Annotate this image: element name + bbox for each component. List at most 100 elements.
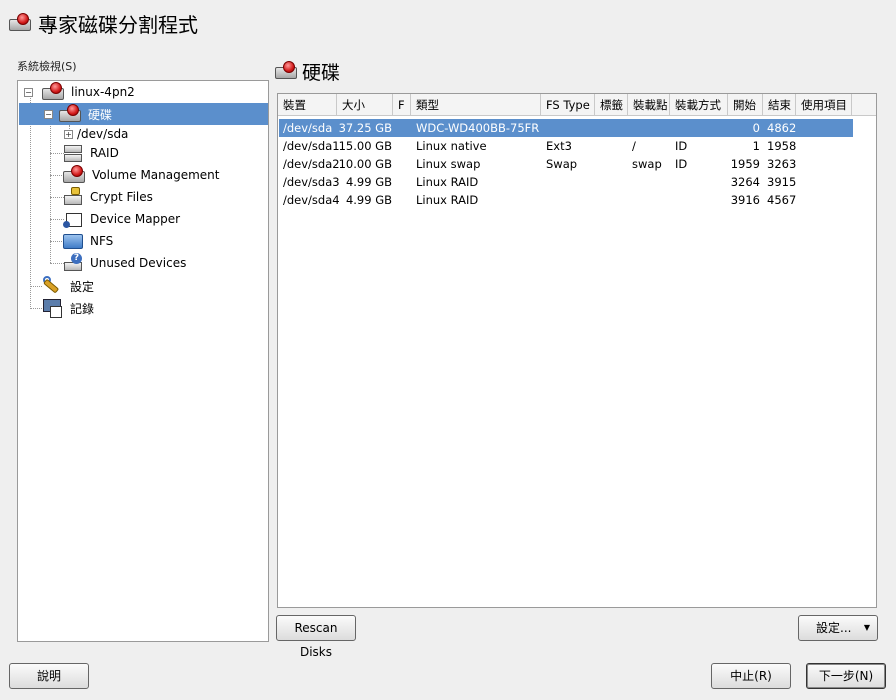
computer-disk-icon xyxy=(41,82,65,102)
tree-item-volume-management[interactable]: Volume Management xyxy=(62,164,220,186)
unused-devices-icon: ? xyxy=(62,253,84,273)
table-row[interactable]: /dev/sda4 4.99 GB Linux RAID 3916 4567 xyxy=(279,191,853,209)
cell-type: Linux native xyxy=(416,139,487,153)
rescan-disks-button[interactable]: Rescan Disks xyxy=(276,615,356,659)
system-view-label: 系統檢視(S) xyxy=(17,60,77,73)
table-row[interactable]: /dev/sda3 4.99 GB Linux RAID 3264 3915 xyxy=(279,173,853,191)
column-header-end[interactable]: 結束 xyxy=(763,94,796,116)
cell-label xyxy=(600,137,630,155)
cell-device: /dev/sda4 xyxy=(283,193,340,207)
log-icon xyxy=(42,298,64,318)
cell-used-by xyxy=(800,119,852,137)
tree-item-label: Unused Devices xyxy=(90,256,187,270)
column-header-device[interactable]: 裝置 xyxy=(278,94,337,116)
tree-item-host[interactable]: − linux-4pn2 xyxy=(24,81,135,103)
column-header-fs-type[interactable]: FS Type xyxy=(541,94,595,116)
cell-mount: / xyxy=(632,139,636,153)
cell-size: 10.00 GB xyxy=(338,157,392,171)
tree-item-hard-disks[interactable]: − 硬碟 xyxy=(19,103,268,125)
tree-item-label: 硬碟 xyxy=(88,107,113,122)
cell-start: 1959 xyxy=(730,157,760,171)
raid-icon xyxy=(62,143,84,163)
tree-item-label: /dev/sda xyxy=(77,127,129,141)
column-header-f[interactable]: F xyxy=(393,94,411,116)
cell-used-by xyxy=(800,137,852,155)
cell-type: Linux RAID xyxy=(416,193,479,207)
abort-button[interactable]: 中止(R) xyxy=(711,663,791,689)
tree-item-label: 設定 xyxy=(70,279,95,294)
system-view-tree[interactable]: − linux-4pn2 − 硬碟 + /dev/sda RAID Volume… xyxy=(17,80,269,642)
cell-mount xyxy=(632,191,672,209)
cell-mount-by: ID xyxy=(675,139,688,153)
help-button[interactable]: 說明 xyxy=(9,663,89,689)
cell-device: /dev/sda2 xyxy=(283,157,340,171)
cell-mount-by xyxy=(675,119,727,137)
next-button[interactable]: 下一步(N) xyxy=(806,663,886,689)
dropdown-arrow-icon: ▼ xyxy=(863,623,870,632)
tree-item-nfs[interactable]: NFS xyxy=(62,230,113,252)
cell-size: 15.00 GB xyxy=(338,139,392,153)
cell-mount-by xyxy=(675,173,727,191)
cell-f xyxy=(397,137,411,155)
tree-item-label: Device Mapper xyxy=(90,212,181,226)
cell-fs-type xyxy=(546,173,596,191)
cell-start: 3264 xyxy=(730,175,760,189)
cell-start: 0 xyxy=(752,121,760,135)
settings-menu-button[interactable]: 設定... ▼ xyxy=(798,615,878,641)
column-header-type[interactable]: 類型 xyxy=(411,94,541,116)
cell-size: 37.25 GB xyxy=(338,121,392,135)
table-row[interactable]: /dev/sda 37.25 GB WDC-WD400BB-75FR 0 4862 xyxy=(279,119,853,137)
tree-item-unused-devices[interactable]: ? Unused Devices xyxy=(62,252,186,274)
cell-end: 4862 xyxy=(767,121,797,135)
cell-f xyxy=(397,119,411,137)
hard-disk-icon xyxy=(58,104,82,124)
cell-mount-by: ID xyxy=(675,157,688,171)
table-row[interactable]: /dev/sda2 10.00 GB Linux swap Swap swap ID 195… xyxy=(279,155,853,173)
cell-fs-type xyxy=(546,119,596,137)
hard-disk-icon xyxy=(274,61,298,81)
cell-device: /dev/sda xyxy=(283,121,333,135)
cell-label xyxy=(600,191,630,209)
column-header-mount-point[interactable]: 裝載點 xyxy=(628,94,670,116)
cell-type: WDC-WD400BB-75FR xyxy=(416,121,540,135)
column-header-start[interactable]: 開始 xyxy=(728,94,763,116)
tree-item-label: Crypt Files xyxy=(90,190,153,204)
cell-device: /dev/sda1 xyxy=(283,139,340,153)
cell-mount-by xyxy=(675,191,727,209)
column-header-mount-by[interactable]: 裝載方式 xyxy=(670,94,728,116)
volume-management-icon xyxy=(62,165,86,185)
tree-item-log[interactable]: 記錄 xyxy=(42,297,94,319)
crypt-files-icon xyxy=(62,187,84,207)
cell-mount: swap xyxy=(632,157,662,171)
device-mapper-icon xyxy=(62,209,84,229)
cell-end: 3915 xyxy=(767,175,797,189)
pane-header: 硬碟 xyxy=(274,58,340,84)
tree-item-raid[interactable]: RAID xyxy=(62,142,119,164)
tree-item-crypt-files[interactable]: Crypt Files xyxy=(62,186,153,208)
settings-button-label: 設定... xyxy=(816,621,852,635)
column-header-label[interactable]: 標籤 xyxy=(595,94,628,116)
cell-used-by xyxy=(800,155,852,173)
page-title: 硬碟 xyxy=(302,61,341,84)
table-row[interactable]: /dev/sda1 15.00 GB Linux native Ext3 / ID 1 195… xyxy=(279,137,853,155)
tree-item-label: 記錄 xyxy=(70,301,95,316)
collapse-icon[interactable]: − xyxy=(24,87,33,97)
hard-disk-icon xyxy=(8,13,32,33)
tree-item-device-mapper[interactable]: Device Mapper xyxy=(62,208,180,230)
expand-icon[interactable]: + xyxy=(64,129,73,139)
cell-used-by xyxy=(800,173,852,191)
tree-item-settings[interactable]: 設定 xyxy=(42,275,94,297)
cell-end: 4567 xyxy=(767,193,797,207)
partition-table[interactable]: 裝置 大小 F 類型 FS Type 標籤 裝載點 裝載方式 開始 結束 使用項… xyxy=(277,93,877,608)
cell-type: Linux swap xyxy=(416,157,481,171)
cell-fs-type xyxy=(546,191,596,209)
cell-fs-type: Ext3 xyxy=(546,139,572,153)
collapse-icon[interactable]: − xyxy=(44,109,53,119)
cell-type: Linux RAID xyxy=(416,175,479,189)
settings-wrench-icon xyxy=(42,276,64,296)
cell-end: 1958 xyxy=(767,139,797,153)
cell-f xyxy=(397,191,411,209)
column-header-size[interactable]: 大小 xyxy=(337,94,393,116)
column-header-used-by[interactable]: 使用項目 xyxy=(796,94,852,116)
nfs-icon xyxy=(62,231,84,251)
